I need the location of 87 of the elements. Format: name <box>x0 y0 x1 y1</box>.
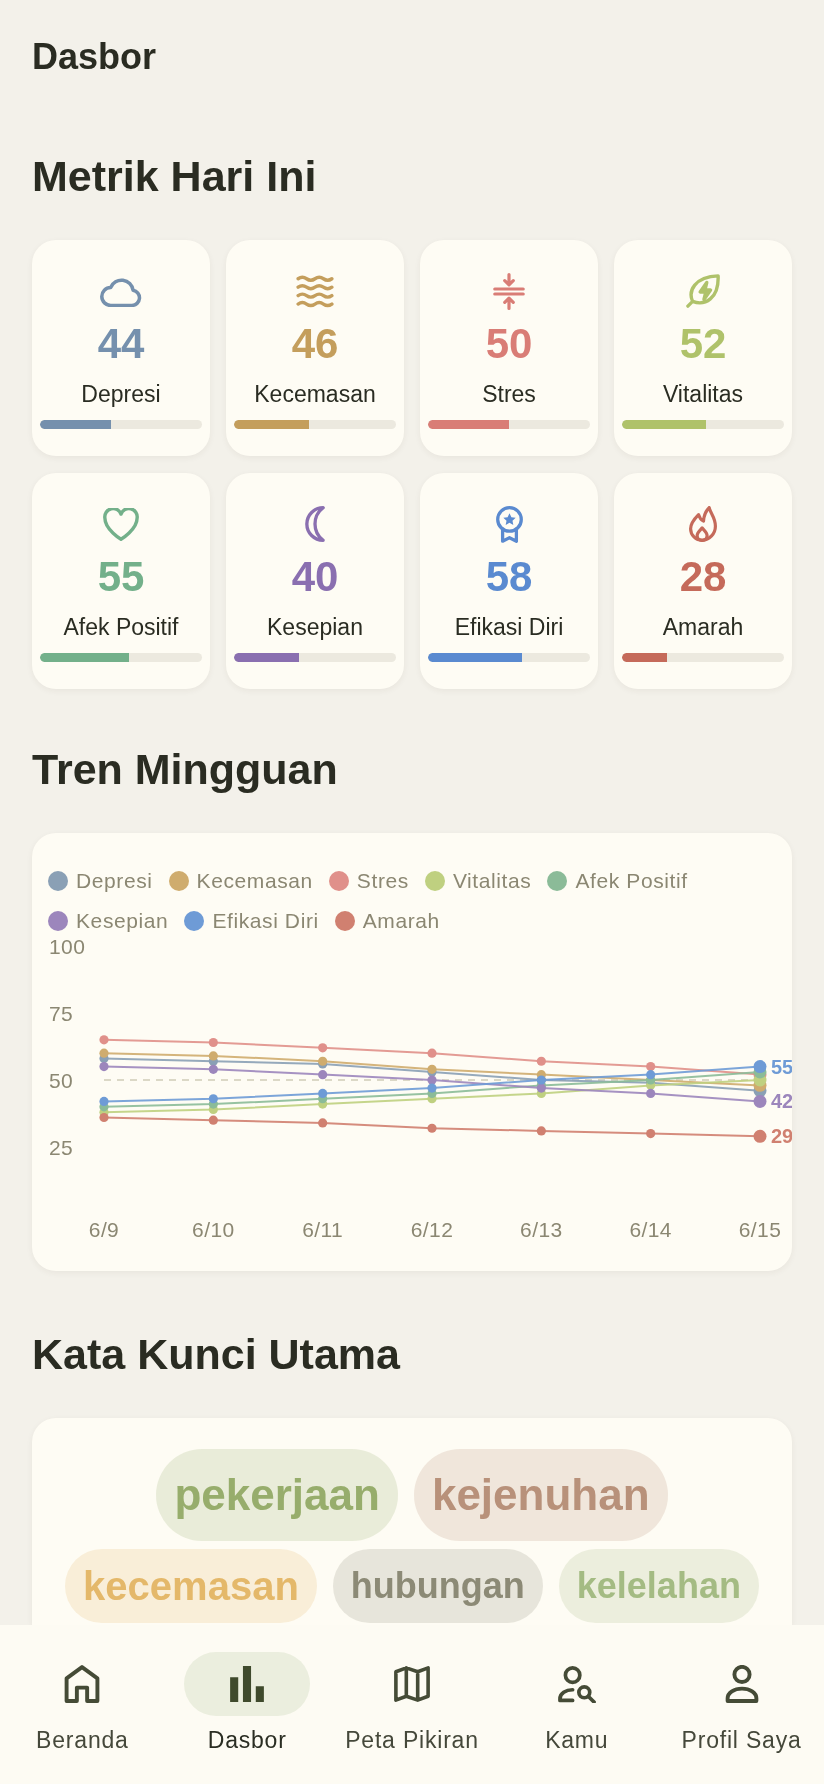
keyword-tag: pekerjaan <box>156 1449 398 1541</box>
point <box>99 1112 109 1123</box>
metric-label: Vitalitas <box>662 380 744 408</box>
leaf-bolt-icon <box>686 274 720 308</box>
nav-item[interactable]: Peta Pikiran <box>329 1625 495 1754</box>
waves-icon <box>296 274 334 308</box>
point <box>427 1075 437 1085</box>
point <box>208 1064 218 1074</box>
metric-label: Kecemasan <box>254 380 376 408</box>
metric-label: Afek Positif <box>63 613 179 641</box>
legend-label: Kecemasan <box>196 869 313 893</box>
flame-icon <box>689 506 717 542</box>
point <box>427 1048 437 1058</box>
heart-icon <box>103 507 139 541</box>
point <box>208 1094 218 1104</box>
point <box>208 1051 218 1061</box>
point <box>646 1088 656 1098</box>
metric-label: Amarah <box>662 613 744 641</box>
metric-label: Efikasi Diri <box>454 613 564 641</box>
legend-label: Amarah <box>362 909 440 933</box>
cloud-icon <box>100 275 142 307</box>
legend-label: Stres <box>356 869 409 893</box>
value-label: 55 <box>771 1055 792 1078</box>
point <box>318 1088 328 1098</box>
legend-label: Kesepian <box>76 909 169 933</box>
value-label: 29 <box>771 1125 792 1148</box>
keyword-tag: kecemasan <box>65 1549 317 1623</box>
metric-label: Depresi <box>81 380 161 408</box>
crescent-moon-icon <box>305 506 325 542</box>
compress-arrows-icon <box>493 272 525 310</box>
page-title: Dasbor <box>32 35 157 79</box>
point <box>99 1035 109 1045</box>
point <box>646 1070 656 1080</box>
point <box>318 1118 328 1128</box>
metric-value: 28 <box>679 555 727 599</box>
axis-label: 6/15 <box>738 1217 782 1241</box>
metric-value: 46 <box>291 322 339 366</box>
point <box>646 1062 656 1072</box>
metric-label: Stres <box>482 380 536 408</box>
point <box>536 1056 546 1066</box>
keyword-tag: kelelahan <box>558 1549 759 1623</box>
axis-label: 6/14 <box>629 1217 672 1241</box>
legend-label: Afek Positif <box>575 869 688 893</box>
section-title: Tren Mingguan <box>32 744 338 795</box>
axis-label: 6/13 <box>520 1217 563 1241</box>
point <box>208 1037 218 1048</box>
axis-label: 6/11 <box>302 1217 344 1241</box>
nav-item[interactable]: Dasbor <box>164 1625 330 1754</box>
metric-value: 44 <box>97 322 145 366</box>
point <box>427 1083 437 1093</box>
person-search-icon <box>557 1665 596 1703</box>
nav-item[interactable]: Beranda <box>0 1625 165 1754</box>
nav-item[interactable]: Kamu <box>494 1625 660 1754</box>
axis-label: 50 <box>49 1068 74 1092</box>
axis-label: 100 <box>49 938 86 958</box>
section-title: Kata Kunci Utama <box>32 1329 400 1380</box>
point <box>99 1062 109 1072</box>
point <box>536 1126 546 1136</box>
metric-value: 55 <box>97 555 145 599</box>
axis-label: 75 <box>49 1001 74 1025</box>
point <box>99 1048 109 1058</box>
map-icon <box>393 1665 431 1703</box>
nav-item[interactable]: Profil Saya <box>659 1625 824 1754</box>
section-title: Metrik Hari Ini <box>32 151 317 202</box>
point <box>427 1123 437 1133</box>
metric-value: 58 <box>485 555 533 599</box>
point <box>99 1096 109 1107</box>
home-icon <box>63 1665 102 1703</box>
metric-label: Kesepian <box>267 613 363 641</box>
legend-label: Vitalitas <box>452 869 532 893</box>
axis-label: 6/9 <box>88 1217 120 1241</box>
point <box>318 1070 328 1080</box>
keyword-tag: hubungan <box>332 1549 543 1623</box>
metric-value: 40 <box>291 555 339 599</box>
point <box>208 1115 218 1125</box>
star-badge-icon <box>495 505 523 543</box>
metric-value: 50 <box>485 322 533 366</box>
point <box>646 1129 656 1139</box>
keyword-tag: kejenuhan <box>413 1449 668 1541</box>
legend-label: Depresi <box>76 869 153 893</box>
legend-label: Efikasi Diri <box>212 909 319 933</box>
axis-label: 6/10 <box>192 1217 235 1241</box>
axis-label: 6/12 <box>410 1217 454 1241</box>
value-label: 42 <box>771 1090 792 1113</box>
point <box>318 1043 328 1053</box>
axis-label: 25 <box>49 1135 74 1159</box>
metric-value: 52 <box>679 322 727 366</box>
